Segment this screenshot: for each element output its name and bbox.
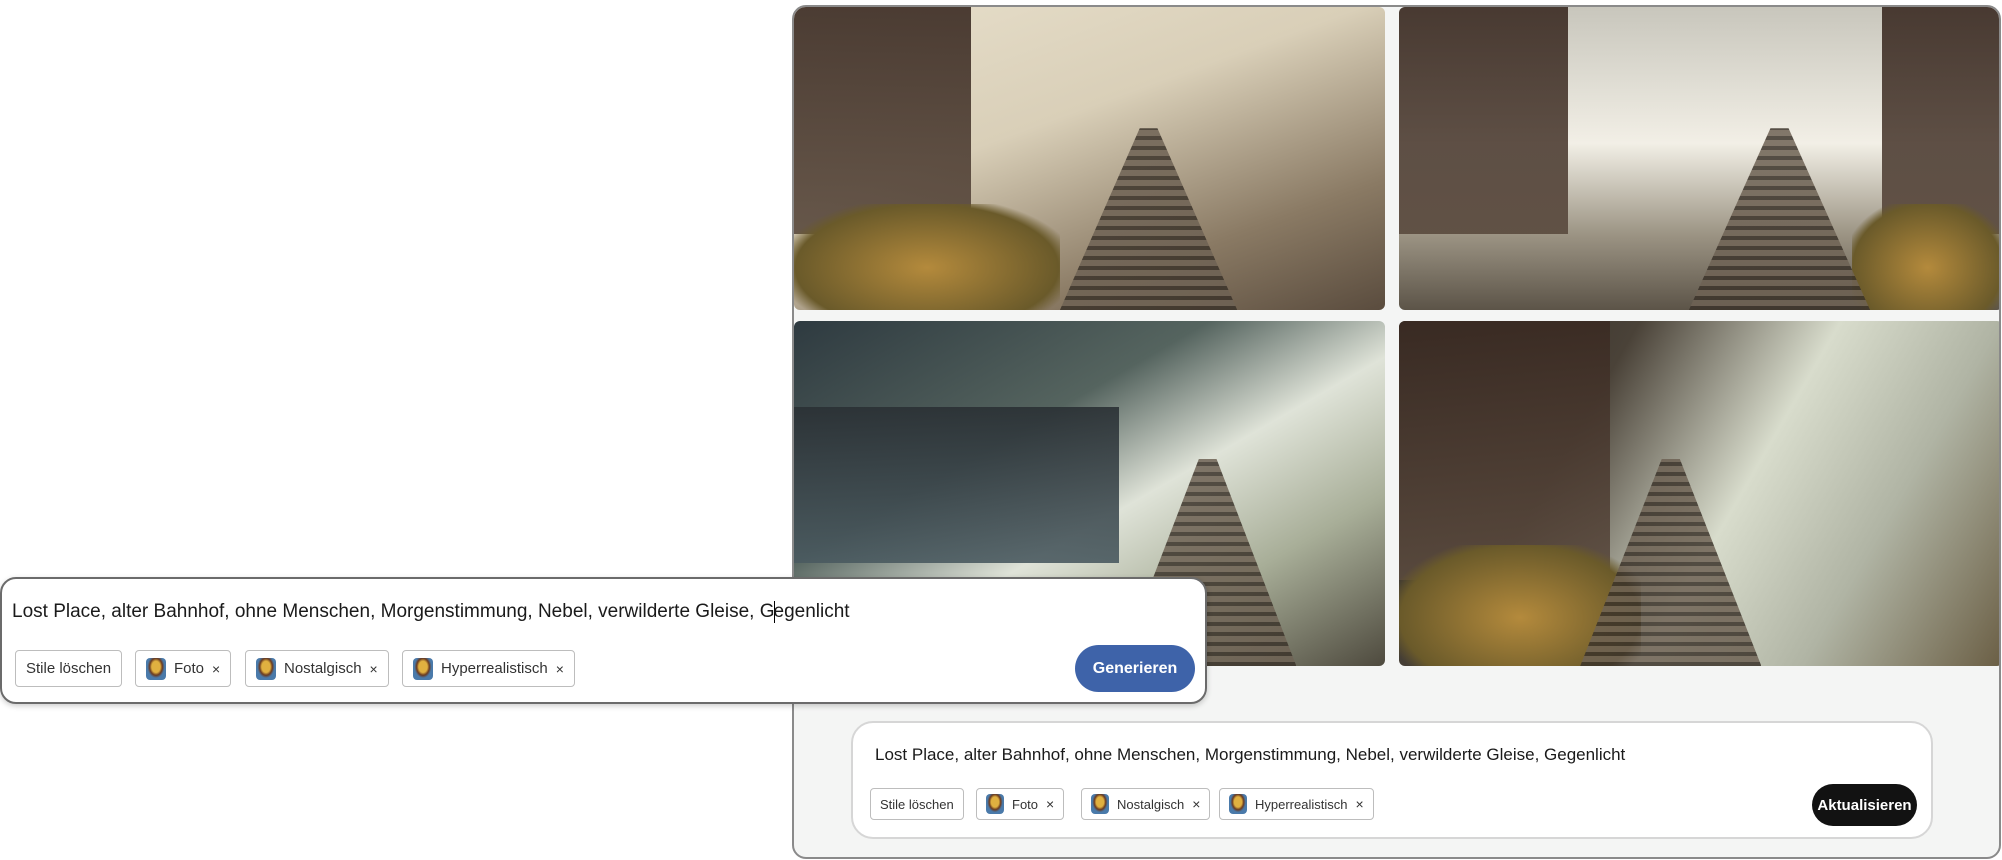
clear-styles-button[interactable]: Stile löschen	[15, 650, 123, 687]
style-chip-foto[interactable]: Foto ×	[976, 788, 1065, 820]
prompt-input[interactable]: Lost Place, alter Bahnhof, ohne Menschen…	[12, 601, 850, 623]
style-label: Nostalgisch	[284, 660, 362, 677]
style-label: Hyperrealistisch	[1255, 796, 1348, 812]
remove-icon[interactable]: ×	[556, 661, 564, 677]
style-label: Hyperrealistisch	[441, 660, 548, 677]
style-chip-nostalgisch[interactable]: Nostalgisch ×	[1081, 788, 1211, 820]
generate-button[interactable]: Generieren	[1075, 645, 1195, 692]
generator-window: Lost Place, alter Bahnhof, ohne Menschen…	[792, 5, 2001, 859]
generated-image-4[interactable]	[1399, 321, 1999, 666]
style-label: Foto	[174, 660, 205, 677]
remove-icon[interactable]: ×	[1192, 796, 1200, 812]
clear-styles-button[interactable]: Stile löschen	[870, 788, 964, 820]
update-button[interactable]: Aktualisieren	[1812, 784, 1917, 826]
clear-styles-label: Stile löschen	[26, 660, 112, 677]
remove-icon[interactable]: ×	[1355, 796, 1363, 812]
remove-icon[interactable]: ×	[1046, 796, 1054, 812]
floating-prompt-editor: Lost Place, alter Bahnhof, ohne Menschen…	[0, 577, 1207, 704]
prompt-editor: Lost Place, alter Bahnhof, ohne Menschen…	[851, 721, 1933, 839]
style-chip-nostalgisch[interactable]: Nostalgisch ×	[245, 650, 389, 687]
clear-styles-label: Stile löschen	[880, 796, 954, 812]
style-chip-hyperrealistisch[interactable]: Hyperrealistisch ×	[1219, 788, 1374, 820]
prompt-text: egenlicht	[773, 601, 850, 623]
style-thumbnail-icon	[986, 794, 1004, 814]
style-thumbnail-icon	[256, 657, 276, 680]
style-thumbnail-icon	[146, 657, 166, 680]
style-thumbnail-icon	[1229, 794, 1247, 814]
style-chip-hyperrealistisch[interactable]: Hyperrealistisch ×	[402, 650, 575, 687]
style-label: Foto	[1012, 796, 1039, 812]
style-thumbnail-icon	[1091, 794, 1109, 814]
style-chip-foto[interactable]: Foto ×	[135, 650, 232, 687]
style-thumbnail-icon	[413, 657, 433, 680]
generated-image-1[interactable]	[794, 7, 1385, 310]
generated-image-2[interactable]	[1399, 7, 1999, 310]
remove-icon[interactable]: ×	[370, 661, 378, 677]
style-label: Nostalgisch	[1117, 796, 1185, 812]
remove-icon[interactable]: ×	[212, 661, 220, 677]
prompt-input[interactable]: Lost Place, alter Bahnhof, ohne Menschen…	[875, 745, 1625, 765]
prompt-text: Lost Place, alter Bahnhof, ohne Menschen…	[12, 601, 775, 623]
